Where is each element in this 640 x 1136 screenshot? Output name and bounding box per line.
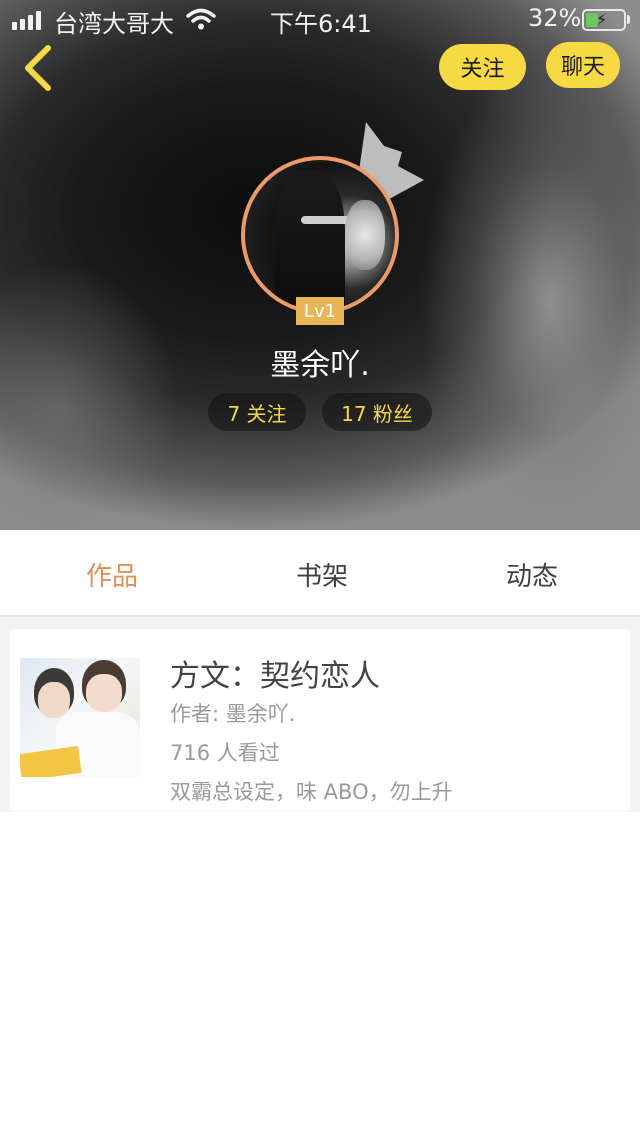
- clock: 下午6:41: [270, 10, 372, 38]
- battery-icon: ⚡: [582, 9, 626, 31]
- cover-face-right: [86, 674, 122, 712]
- background-glow-left: [0, 260, 180, 530]
- cover-face-left: [38, 682, 70, 718]
- username: 墨余吖.: [270, 348, 370, 383]
- battery-percentage: 32%: [528, 4, 582, 32]
- back-button[interactable]: [18, 42, 62, 94]
- book-cover: [20, 658, 140, 777]
- follow-button[interactable]: 关注: [439, 44, 526, 90]
- tab-bookshelf[interactable]: 书架: [296, 556, 348, 593]
- works-list: 方文：契约恋人 作者: 墨余吖. 716 人看过 双霸总设定，味 ABO，勿上升: [0, 617, 640, 1136]
- book-views: 716 人看过: [170, 741, 280, 765]
- tab-activity[interactable]: 动态: [506, 556, 558, 593]
- avatar-detail: [301, 216, 351, 224]
- background-glow: [420, 60, 640, 530]
- avatar-figure-small: [345, 200, 385, 270]
- charging-bolt-icon: ⚡: [596, 10, 608, 29]
- wifi-icon: [186, 8, 216, 30]
- book-author: 作者: 墨余吖.: [170, 702, 296, 726]
- cover-book: [20, 745, 82, 777]
- tab-works[interactable]: 作品: [86, 556, 138, 593]
- chat-button[interactable]: 聊天: [546, 42, 620, 88]
- avatar-figure: [275, 170, 345, 310]
- book-title: 方文：契约恋人: [170, 659, 380, 694]
- chevron-left-icon: [25, 45, 51, 91]
- fans-count[interactable]: 17 粉丝: [322, 393, 432, 431]
- status-bar: 台湾大哥大 下午6:41 32% ⚡: [0, 0, 640, 40]
- signal-icon: [12, 10, 41, 30]
- profile-header: 台湾大哥大 下午6:41 32% ⚡ 关注 聊天 Lv1 墨余吖. 7 关注 1…: [0, 0, 640, 530]
- book-description: 双霸总设定，味 ABO，勿上升: [170, 780, 453, 804]
- profile-tabs: 作品 书架 动态: [0, 530, 640, 617]
- battery-tip: [627, 15, 630, 24]
- level-badge: Lv1: [296, 297, 344, 325]
- carrier-name: 台湾大哥大: [54, 10, 174, 38]
- list-item[interactable]: 方文：契约恋人 作者: 墨余吖. 716 人看过 双霸总设定，味 ABO，勿上升: [10, 629, 630, 811]
- avatar[interactable]: [241, 156, 399, 314]
- following-count[interactable]: 7 关注: [208, 393, 306, 431]
